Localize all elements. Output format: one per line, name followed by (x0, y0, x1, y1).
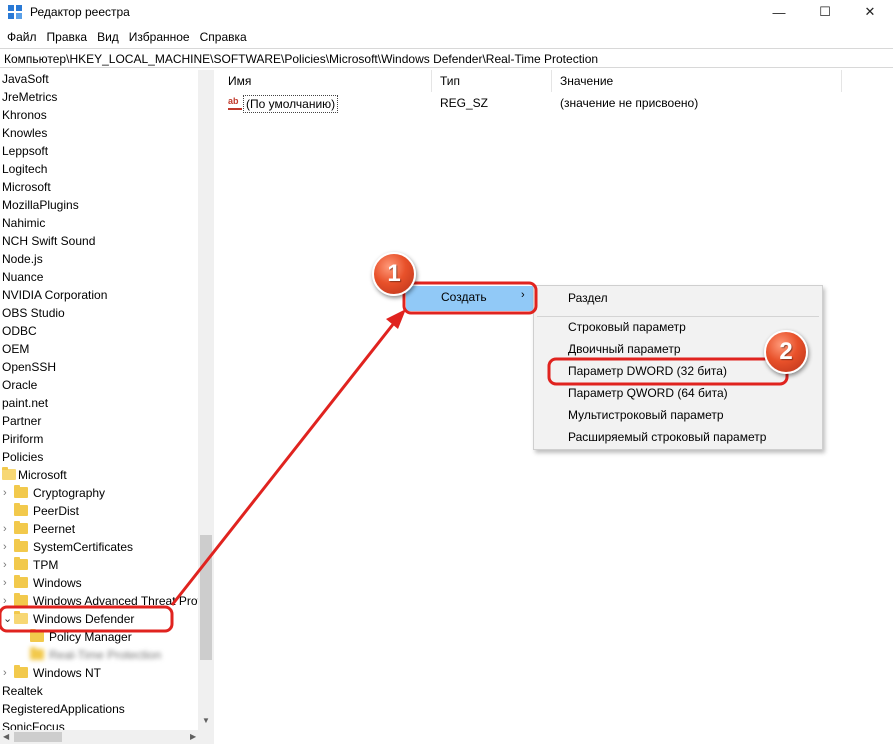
menu-view[interactable]: Вид (92, 27, 124, 47)
tree-item-label: Windows Defender (33, 612, 135, 626)
folder-icon (14, 665, 28, 678)
menu-edit[interactable]: Правка (42, 27, 93, 47)
string-value-icon: ab (228, 96, 242, 110)
column-header-type[interactable]: Тип (432, 70, 552, 92)
tree-item-label: Knowles (2, 126, 48, 140)
value-type-cell[interactable]: REG_SZ (440, 94, 488, 112)
tree-item-label: Cryptography (33, 486, 106, 500)
chevron-right-icon[interactable]: › (3, 520, 13, 538)
tree-item-label: paint.net (2, 396, 49, 410)
tree-item-label: OEM (2, 342, 30, 356)
registry-tree[interactable]: JavaSoft JreMetrics Khronos Knowles Lepp… (0, 70, 214, 744)
column-header-name[interactable]: Имя (220, 70, 432, 92)
tree-item-label: Piriform (2, 432, 44, 446)
tree-item-label: JavaSoft (2, 72, 49, 86)
tree-item-label: Windows NT (33, 666, 102, 680)
submenu-item-key[interactable]: Раздел (568, 291, 608, 305)
submenu-item-dword[interactable]: Параметр DWORD (32 бита) (568, 364, 727, 378)
tree-item-label: Node.js (2, 252, 43, 266)
tree-item-label: Partner (2, 414, 42, 428)
folder-icon (14, 503, 28, 516)
tree-item-label: MozillaPlugins (2, 198, 79, 212)
folder-icon (14, 485, 28, 498)
menu-bar: Файл Правка Вид Избранное Справка (0, 27, 893, 47)
tree-item-label: Microsoft (18, 468, 67, 482)
menu-help[interactable]: Справка (195, 27, 252, 47)
tree-hscroll-thumb[interactable] (14, 732, 62, 742)
folder-icon (30, 647, 44, 660)
registry-app-icon (8, 5, 22, 19)
scroll-down-arrow-icon[interactable]: ▼ (202, 716, 210, 725)
folder-icon (14, 557, 28, 570)
folder-open-icon (14, 611, 28, 624)
chevron-down-icon[interactable]: ⌄ (3, 610, 13, 628)
submenu-arrow-icon: › (521, 289, 525, 301)
title-bar: Редактор реестра — ☐ ✕ (0, 0, 893, 24)
chevron-right-icon[interactable]: › (3, 538, 13, 556)
chevron-right-icon[interactable]: › (3, 574, 13, 592)
step-badge-2: 2 (764, 330, 808, 374)
tree-item-label: ODBC (2, 324, 37, 338)
menu-file[interactable]: Файл (2, 27, 42, 47)
tree-item-label: RegisteredApplications (2, 702, 125, 716)
tree-item-label: SystemCertificates (33, 540, 134, 554)
window-title: Редактор реестра (30, 5, 130, 19)
tree-item-label: Policies (2, 450, 44, 464)
scroll-left-arrow-icon[interactable]: ◀ (3, 732, 9, 741)
tree-scroll-thumb[interactable] (200, 535, 212, 660)
tree-item-label: Nuance (2, 270, 44, 284)
folder-icon (30, 629, 44, 642)
tree-item-label: Leppsoft (2, 144, 49, 158)
chevron-right-icon[interactable]: › (3, 484, 13, 502)
tree-item-label: Windows (33, 576, 82, 590)
tree-item-label: Realtek (2, 684, 43, 698)
step-badge-1: 1 (372, 252, 416, 296)
tree-item-label: OpenSSH (2, 360, 57, 374)
submenu-item-expandable-string[interactable]: Расширяемый строковый параметр (568, 430, 766, 444)
minimize-button[interactable]: — (756, 0, 802, 24)
tree-item-label: NVIDIA Corporation (2, 288, 108, 302)
tree-item-label: Peernet (33, 522, 76, 536)
tree-item-label: Khronos (2, 108, 47, 122)
tree-item-label: Logitech (2, 162, 48, 176)
submenu-item-multistring[interactable]: Мультистроковый параметр (568, 408, 724, 422)
submenu-item-string[interactable]: Строковый параметр (568, 320, 686, 334)
close-button[interactable]: ✕ (847, 0, 893, 24)
value-name-cell[interactable]: (По умолчанию) (243, 95, 339, 113)
scroll-right-arrow-icon[interactable]: ▶ (190, 732, 196, 741)
folder-open-icon (2, 467, 16, 480)
chevron-right-icon[interactable]: › (3, 556, 13, 574)
tree-item-label: Policy Manager (49, 630, 132, 644)
submenu-item-qword[interactable]: Параметр QWORD (64 бита) (568, 386, 728, 400)
folder-icon (14, 539, 28, 552)
folder-icon (14, 521, 28, 534)
submenu-item-binary[interactable]: Двоичный параметр (568, 342, 681, 356)
submenu-separator (537, 316, 819, 317)
tree-item-label: Real-Time Protection (49, 648, 162, 662)
tree-item-label: Nahimic (2, 216, 46, 230)
tree-item-label: OBS Studio (2, 306, 65, 320)
folder-icon (14, 575, 28, 588)
tree-item-label: Windows Advanced Threat Prot (33, 594, 201, 608)
value-data-cell[interactable]: (значение не присвоено) (560, 94, 698, 112)
address-bar[interactable]: Компьютер\HKEY_LOCAL_MACHINE\SOFTWARE\Po… (0, 48, 893, 68)
chevron-right-icon[interactable]: › (3, 592, 13, 610)
tree-item-label: JreMetrics (2, 90, 58, 104)
column-header-value[interactable]: Значение (552, 70, 842, 92)
menu-favorites[interactable]: Избранное (124, 27, 195, 47)
context-menu-create-label: Создать (441, 290, 487, 304)
folder-icon (14, 593, 28, 606)
maximize-button[interactable]: ☐ (802, 0, 848, 24)
tree-item-label: Oracle (2, 378, 38, 392)
tree-item-label: NCH Swift Sound (2, 234, 96, 248)
tree-item-label: TPM (33, 558, 59, 572)
tree-item-label: PeerDist (33, 504, 80, 518)
tree-item-label: Microsoft (2, 180, 51, 194)
chevron-right-icon[interactable]: › (3, 664, 13, 682)
